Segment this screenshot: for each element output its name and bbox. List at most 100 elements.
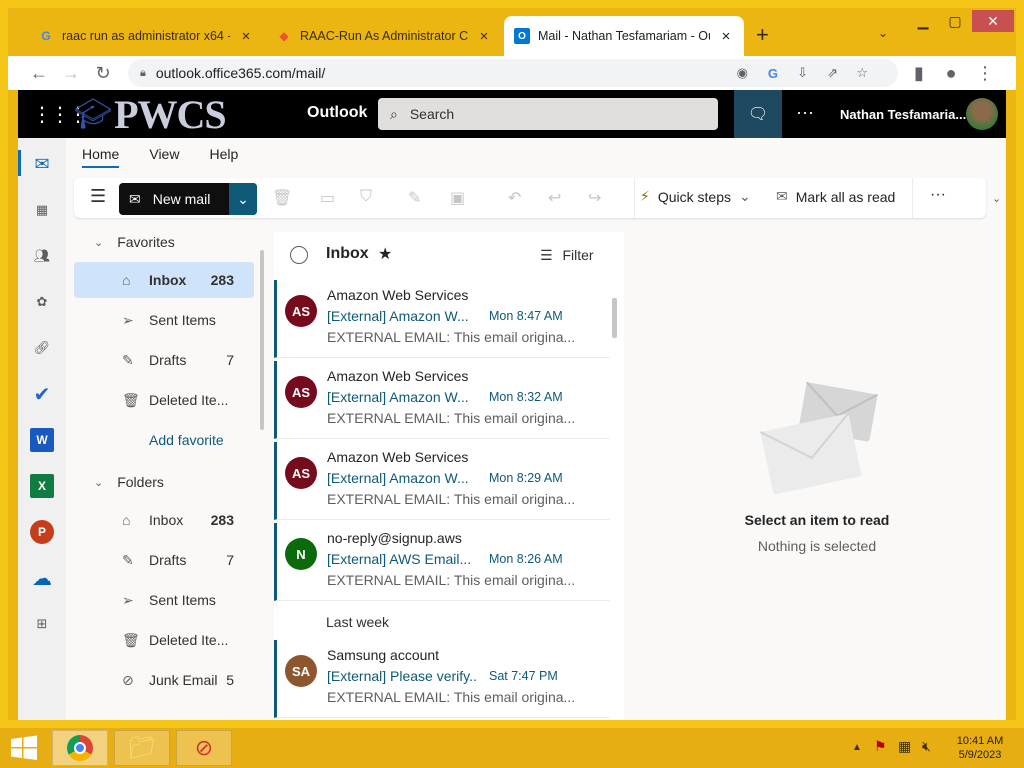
show-hidden-icons-icon[interactable]: ▲ bbox=[852, 742, 862, 753]
favorite-sent-items[interactable]: ➢ Sent Items bbox=[74, 302, 254, 338]
bookmark-star-icon[interactable]: ☆ bbox=[856, 65, 868, 81]
lock-icon: 🔒︎ bbox=[140, 66, 146, 79]
message-item[interactable]: N no-reply@signup.aws [External] AWS Ema… bbox=[274, 523, 610, 601]
sweep-icon[interactable]: ✎ bbox=[408, 188, 421, 208]
install-icon[interactable]: ⇩ bbox=[797, 65, 808, 81]
favorite-deleted-items[interactable]: 🗑︎ Deleted Ite... bbox=[74, 382, 254, 418]
more-options-icon[interactable]: ··· bbox=[796, 102, 814, 123]
folder-junk-email[interactable]: ⊘ Junk Email 5 bbox=[74, 662, 254, 698]
taskbar-app[interactable]: ⊘ bbox=[176, 730, 232, 766]
folder-drafts[interactable]: ✎ Drafts 7 bbox=[74, 542, 254, 578]
list-scrollbar[interactable] bbox=[612, 298, 617, 338]
message-item[interactable]: SA Samsung account [External] Please ver… bbox=[274, 640, 610, 718]
excel-icon[interactable]: X bbox=[30, 474, 54, 498]
reload-icon[interactable]: ↻ bbox=[88, 58, 118, 88]
todo-icon[interactable]: ✔ bbox=[30, 382, 54, 406]
more-apps-icon[interactable]: ⊞ bbox=[30, 612, 54, 636]
app-name[interactable]: Outlook bbox=[307, 104, 367, 122]
chevron-down-icon[interactable]: ⌄ bbox=[739, 188, 751, 205]
minimize-icon[interactable]: ▁ bbox=[908, 10, 938, 32]
feedback-icon[interactable]: 🗨︎ bbox=[734, 90, 782, 138]
add-favorite-link[interactable]: Add favorite bbox=[74, 422, 254, 458]
share-icon[interactable]: ⇗ bbox=[827, 65, 838, 81]
reply-icon[interactable]: ↩ bbox=[548, 188, 561, 208]
archive-icon[interactable]: ▭ bbox=[320, 188, 335, 208]
chevron-down-icon: ⌄ bbox=[94, 236, 104, 249]
favorite-inbox[interactable]: ⌂ Inbox 283 bbox=[74, 262, 254, 298]
message-item[interactable]: AS Amazon Web Services [External] Amazon… bbox=[274, 442, 610, 520]
new-mail-button[interactable]: ✉ New mail ⌄ bbox=[119, 183, 257, 215]
search-box[interactable]: ⌕ Search bbox=[378, 98, 718, 130]
taskbar: 📁︎ ⊘ ▲ ⚑ ▦ 🔇︎ 10:41 AM 5/9/2023 bbox=[0, 728, 1024, 768]
quick-steps-button[interactable]: ⚡︎ Quick steps ⌄ bbox=[640, 188, 751, 205]
profile-icon[interactable]: ● bbox=[936, 58, 966, 88]
folder-sent-items[interactable]: ➢ Sent Items bbox=[74, 582, 254, 618]
delete-icon[interactable]: 🗑︎ bbox=[272, 188, 292, 208]
star-icon[interactable]: ★ bbox=[378, 244, 392, 264]
calendar-icon[interactable]: ▦ bbox=[30, 198, 54, 222]
favorites-header[interactable]: ⌄ Favorites bbox=[94, 234, 175, 250]
avatar[interactable] bbox=[966, 98, 998, 130]
folder-scrollbar[interactable] bbox=[260, 250, 264, 430]
send-icon: ➢ bbox=[122, 311, 134, 328]
folder-deleted-items[interactable]: 🗑︎ Deleted Ite... bbox=[74, 622, 254, 658]
word-icon[interactable]: W bbox=[30, 428, 54, 452]
volume-muted-icon[interactable]: 🔇︎ bbox=[922, 738, 931, 755]
address-bar[interactable]: 🔒︎ outlook.office365.com/mail/ ◉ G ⇩ ⇗ ☆ bbox=[128, 59, 898, 87]
mail-icon[interactable]: ✉ bbox=[30, 152, 54, 176]
message-item[interactable]: AS Amazon Web Services [External] Amazon… bbox=[274, 280, 610, 358]
menu-kebab-icon[interactable]: ⋮ bbox=[970, 58, 1000, 88]
filter-button[interactable]: ☰ Filter bbox=[540, 247, 594, 264]
eye-icon[interactable]: ◉ bbox=[737, 65, 748, 81]
close-tab-icon[interactable]: × bbox=[718, 28, 734, 45]
tab-home[interactable]: Home bbox=[82, 146, 120, 168]
taskbar-chrome[interactable] bbox=[52, 730, 108, 766]
close-tab-icon[interactable]: × bbox=[238, 28, 254, 45]
onedrive-icon[interactable]: ☁ bbox=[30, 566, 54, 590]
tab-help[interactable]: Help bbox=[209, 146, 238, 168]
tab-raac[interactable]: ◆ RAAC-Run As Administrator Con × bbox=[266, 16, 502, 56]
favorite-drafts[interactable]: ✎ Drafts 7 bbox=[74, 342, 254, 378]
ribbon-more-icon[interactable]: ··· bbox=[930, 186, 946, 204]
lightning-icon: ⚡︎ bbox=[640, 188, 650, 204]
move-icon[interactable]: ▣ bbox=[450, 188, 465, 208]
avatar: N bbox=[285, 538, 317, 570]
folders-header[interactable]: ⌄ Folders bbox=[94, 474, 164, 490]
undo-icon[interactable]: ↶ bbox=[508, 188, 521, 208]
tab-view[interactable]: View bbox=[149, 146, 179, 168]
side-panel-icon[interactable]: ▮ bbox=[904, 58, 934, 88]
tab-outlook-mail[interactable]: O Mail - Nathan Tesfamariam - Out × bbox=[504, 16, 744, 56]
forward-mail-icon[interactable]: ↪ bbox=[588, 188, 601, 208]
user-name[interactable]: Nathan Tesfamaria... bbox=[840, 107, 966, 122]
report-icon[interactable]: ⛉ bbox=[360, 188, 372, 206]
message-item[interactable]: AS Amazon Web Services [External] Amazon… bbox=[274, 361, 610, 439]
inbox-icon: ⌂ bbox=[122, 272, 131, 288]
avatar: AS bbox=[285, 295, 317, 327]
start-button[interactable] bbox=[10, 734, 38, 762]
close-window-icon[interactable]: ✕ bbox=[972, 10, 1014, 32]
folder-inbox[interactable]: ⌂ Inbox 283 bbox=[74, 502, 254, 538]
mark-all-read-button[interactable]: ✉ Mark all as read bbox=[776, 188, 895, 205]
google-lens-icon[interactable]: G bbox=[768, 66, 778, 81]
people-icon[interactable]: 👥︎ bbox=[30, 244, 54, 268]
clock[interactable]: 10:41 AM 5/9/2023 bbox=[950, 734, 1010, 762]
back-icon[interactable]: ← bbox=[24, 58, 54, 88]
maximize-icon[interactable]: ▢ bbox=[940, 10, 970, 32]
expand-ribbon-icon[interactable]: ⌄ bbox=[992, 192, 1001, 205]
chevron-down-icon[interactable]: ⌄ bbox=[229, 183, 257, 215]
powerpoint-icon[interactable]: P bbox=[30, 520, 54, 544]
select-all-circle-icon[interactable] bbox=[290, 246, 308, 264]
pencil-icon: ✎ bbox=[122, 551, 134, 568]
close-tab-icon[interactable]: × bbox=[476, 28, 492, 45]
new-tab-plus-icon[interactable]: + bbox=[756, 22, 769, 48]
attachment-icon[interactable]: 🔗︎ bbox=[30, 336, 54, 360]
hamburger-icon[interactable]: ☰ bbox=[90, 186, 106, 207]
action-center-flag-icon[interactable]: ⚑ bbox=[874, 738, 887, 755]
tab-strip: G raac run as administrator x64 - G × ◆ … bbox=[8, 8, 1016, 56]
tab-search-chevron-icon[interactable]: ⌄ bbox=[878, 26, 888, 40]
taskbar-file-explorer[interactable]: 📁︎ bbox=[114, 730, 170, 766]
tab-google-search[interactable]: G raac run as administrator x64 - G × bbox=[28, 16, 264, 56]
network-icon[interactable]: ▦ bbox=[898, 738, 911, 755]
groups-icon[interactable]: ✿ bbox=[30, 290, 54, 314]
forward-icon[interactable]: → bbox=[56, 58, 86, 88]
